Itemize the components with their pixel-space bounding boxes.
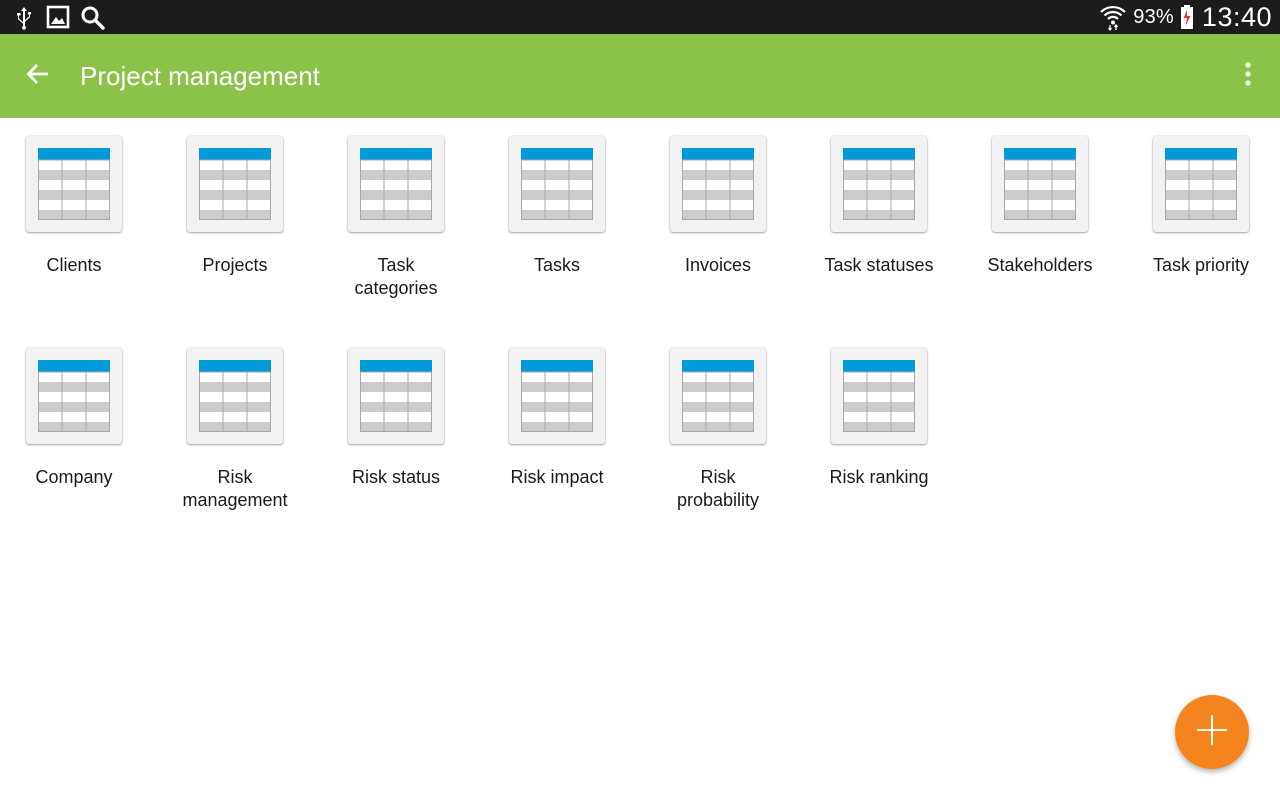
table-icon bbox=[509, 348, 605, 444]
status-bar: 93% 13:40 bbox=[0, 0, 1280, 34]
plus-icon bbox=[1195, 713, 1229, 752]
back-button[interactable] bbox=[18, 56, 58, 96]
table-tile-label: Clients bbox=[46, 255, 102, 275]
page-title: Project management bbox=[80, 61, 320, 91]
table-tile-label: Projects bbox=[202, 255, 268, 275]
table-tile[interactable]: Task categories bbox=[322, 118, 483, 318]
table-icon bbox=[1153, 136, 1249, 232]
table-icon bbox=[187, 348, 283, 444]
arrow-left-icon bbox=[25, 61, 51, 92]
usb-icon bbox=[12, 5, 36, 30]
table-tile-label: Tasks bbox=[533, 255, 580, 275]
add-button[interactable] bbox=[1175, 695, 1249, 769]
table-tile-label: Task priority bbox=[1152, 255, 1250, 275]
status-left-icons bbox=[12, 4, 105, 30]
table-icon bbox=[187, 136, 283, 232]
overflow-menu-button[interactable] bbox=[1232, 56, 1264, 96]
table-tile-label: Company bbox=[35, 467, 113, 487]
image-icon bbox=[46, 5, 70, 29]
table-tile[interactable]: Risk management bbox=[161, 330, 322, 530]
table-icon bbox=[831, 136, 927, 232]
table-tile-label: Risk ranking bbox=[829, 467, 929, 487]
table-tile-label: Risk management bbox=[182, 467, 288, 510]
status-right: 93% 13:40 bbox=[1099, 0, 1272, 34]
table-tile[interactable]: Risk impact bbox=[483, 330, 644, 530]
battery-icon bbox=[1180, 4, 1194, 30]
table-tile-label: Risk probability bbox=[676, 467, 760, 510]
table-tile-label: Invoices bbox=[684, 255, 752, 275]
table-tile-label: Risk status bbox=[351, 467, 441, 487]
table-tile[interactable]: Tasks bbox=[483, 118, 644, 318]
clock-time: 13:40 bbox=[1201, 1, 1272, 32]
table-icon bbox=[26, 348, 122, 444]
app-bar: Project management bbox=[0, 34, 1280, 118]
table-tile[interactable]: Risk ranking bbox=[805, 330, 966, 530]
table-icon bbox=[348, 136, 444, 232]
table-icon bbox=[831, 348, 927, 444]
table-tile[interactable]: Stakeholders bbox=[966, 118, 1127, 318]
table-tile[interactable]: Company bbox=[0, 330, 161, 530]
search-icon bbox=[80, 5, 105, 30]
table-tile-label: Stakeholders bbox=[987, 255, 1093, 275]
table-icon bbox=[348, 348, 444, 444]
table-tile-label: Risk impact bbox=[510, 467, 604, 487]
table-tile-label: Task statuses bbox=[824, 255, 934, 275]
table-icon bbox=[26, 136, 122, 232]
table-tile[interactable]: Task statuses bbox=[805, 118, 966, 318]
table-tile[interactable]: Risk status bbox=[322, 330, 483, 530]
table-tile-label: Task categories bbox=[354, 255, 438, 298]
table-icon bbox=[670, 136, 766, 232]
battery-percent: 93% bbox=[1133, 5, 1174, 28]
wifi-icon bbox=[1099, 3, 1127, 32]
table-tile[interactable]: Invoices bbox=[644, 118, 805, 318]
table-tile[interactable]: Task priority bbox=[1127, 118, 1280, 318]
table-icon bbox=[509, 136, 605, 232]
table-icon bbox=[992, 136, 1088, 232]
more-vert-icon bbox=[1244, 61, 1252, 92]
table-tile[interactable]: Risk probability bbox=[644, 330, 805, 530]
table-tile[interactable]: Clients bbox=[0, 118, 161, 318]
table-icon bbox=[670, 348, 766, 444]
table-tile[interactable]: Projects bbox=[161, 118, 322, 318]
